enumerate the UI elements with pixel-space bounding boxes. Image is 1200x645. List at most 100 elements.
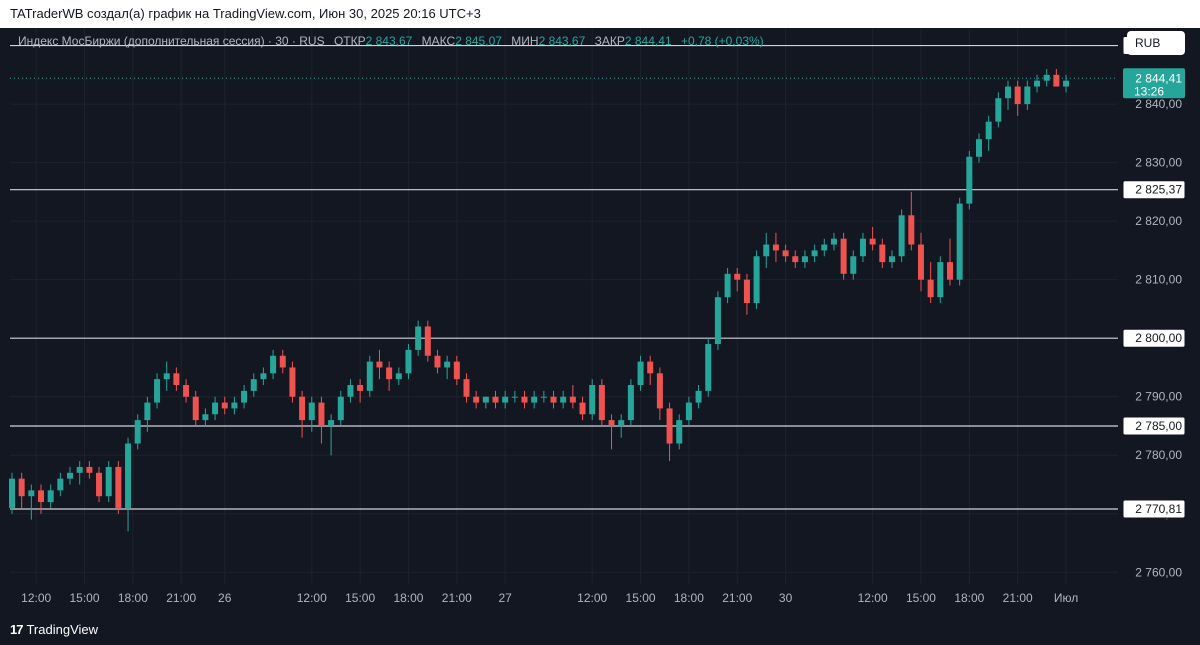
- candle-body: [463, 379, 470, 397]
- x-tick-label: 21:00: [1003, 591, 1033, 605]
- x-tick-label: 21:00: [166, 591, 196, 605]
- candle-body: [453, 361, 460, 380]
- candle-body: [676, 420, 683, 444]
- candle-body: [579, 402, 586, 415]
- footer-bar: 17 TradingView: [0, 612, 1200, 645]
- candle-body: [376, 361, 383, 368]
- candle-body: [1063, 80, 1070, 87]
- candle-body: [966, 156, 973, 204]
- candle-body: [811, 250, 818, 257]
- candle-body: [608, 420, 615, 426]
- candle-body: [850, 256, 857, 274]
- attribution-bar: TATraderWB создал(а) график на TradingVi…: [0, 0, 1200, 28]
- candle-body: [898, 215, 905, 257]
- candle-body: [154, 379, 161, 403]
- candle-body: [57, 478, 64, 491]
- x-tick-label: 12:00: [21, 591, 51, 605]
- x-tick-label: 18:00: [393, 591, 423, 605]
- candle-body: [76, 466, 83, 473]
- brand-name: TradingView: [26, 622, 99, 637]
- candle-body: [105, 466, 112, 497]
- candle-body: [299, 396, 306, 421]
- candle-body: [627, 385, 634, 421]
- chart-frame: 2 760,002 770,002 780,002 790,002 800,00…: [0, 0, 1200, 645]
- tradingview-logo-icon: 17: [10, 622, 24, 637]
- candle-body: [589, 385, 596, 415]
- low-label: МИН: [511, 34, 539, 48]
- candle-body: [386, 367, 393, 380]
- candle-body: [976, 139, 982, 157]
- low-value: 2 843,67: [538, 34, 586, 48]
- candle-body: [86, 466, 93, 473]
- x-tick-label: 21:00: [442, 591, 472, 605]
- high-label: МАКС: [421, 34, 456, 48]
- candlestick-chart[interactable]: 2 760,002 770,002 780,002 790,002 800,00…: [0, 0, 1200, 612]
- candle-body: [173, 373, 180, 386]
- candle-body: [724, 273, 731, 298]
- x-tick-label: Июл: [1054, 591, 1078, 605]
- candle-body: [134, 420, 141, 444]
- candle-body: [521, 396, 528, 403]
- candle-body: [550, 396, 557, 403]
- level-price-label: 2 770,81: [1135, 502, 1182, 516]
- candle-body: [502, 396, 509, 403]
- candle-body: [308, 402, 315, 421]
- candle-body: [917, 244, 924, 280]
- candle-body: [956, 203, 963, 280]
- candle-body: [656, 373, 663, 409]
- close-value: 2 844,41: [624, 34, 672, 48]
- candle-body: [183, 385, 190, 397]
- candle-body: [415, 326, 422, 350]
- candle-body: [115, 466, 122, 508]
- y-tick-label: 2 810,00: [1135, 273, 1182, 287]
- open-value: 2 843,67: [365, 34, 413, 48]
- x-tick-label: 12:00: [858, 591, 888, 605]
- candle-body: [289, 367, 296, 397]
- candle-body: [685, 402, 692, 421]
- candle-body: [125, 443, 132, 508]
- ohlc-legend: Индекс МосБиржи (дополнительная сессия) …: [18, 34, 764, 48]
- candle-body: [318, 402, 325, 426]
- candle-body: [328, 420, 335, 426]
- candle-body: [647, 361, 654, 374]
- candle-body: [772, 244, 779, 251]
- candle-body: [908, 215, 915, 245]
- candle-body: [888, 256, 895, 263]
- countdown-label: 13:26: [1134, 84, 1164, 98]
- x-tick-label: 30: [779, 591, 793, 605]
- candle-body: [540, 396, 547, 398]
- candle-body: [270, 355, 277, 374]
- candle-body: [637, 361, 644, 386]
- candle-body: [202, 414, 209, 421]
- open-label: ОТКР: [333, 34, 366, 48]
- candle-body: [337, 396, 344, 421]
- candle-body: [714, 297, 721, 345]
- candle-body: [357, 385, 364, 391]
- candle-body: [840, 238, 847, 274]
- y-tick-label: 2 760,00: [1135, 565, 1182, 579]
- candle-body: [163, 373, 170, 380]
- candle-body: [38, 490, 45, 503]
- symbol-title: Индекс МосБиржи (дополнительная сессия) …: [18, 34, 325, 48]
- high-value: 2 845,07: [455, 34, 502, 48]
- candle-body: [569, 396, 576, 403]
- x-tick-label: 26: [218, 591, 232, 605]
- candle-body: [985, 121, 992, 140]
- candle-body: [753, 256, 760, 304]
- x-tick-label: 12:00: [577, 591, 607, 605]
- candle-body: [366, 361, 373, 391]
- candle-body: [241, 390, 248, 403]
- change-value: +0,78 (+0,03%): [680, 34, 764, 48]
- x-tick-label: 12:00: [297, 591, 327, 605]
- close-label: ЗАКР: [594, 34, 625, 48]
- candle-body: [434, 355, 441, 368]
- candle-body: [511, 396, 518, 398]
- candle-body: [1005, 86, 1012, 99]
- candle-body: [946, 262, 953, 280]
- candle-body: [763, 244, 770, 257]
- tradingview-logo[interactable]: 17 TradingView: [10, 622, 98, 637]
- candle-body: [801, 256, 808, 263]
- currency-button[interactable]: RUB: [1127, 31, 1185, 55]
- candle-body: [782, 250, 789, 257]
- candle-body: [221, 402, 228, 409]
